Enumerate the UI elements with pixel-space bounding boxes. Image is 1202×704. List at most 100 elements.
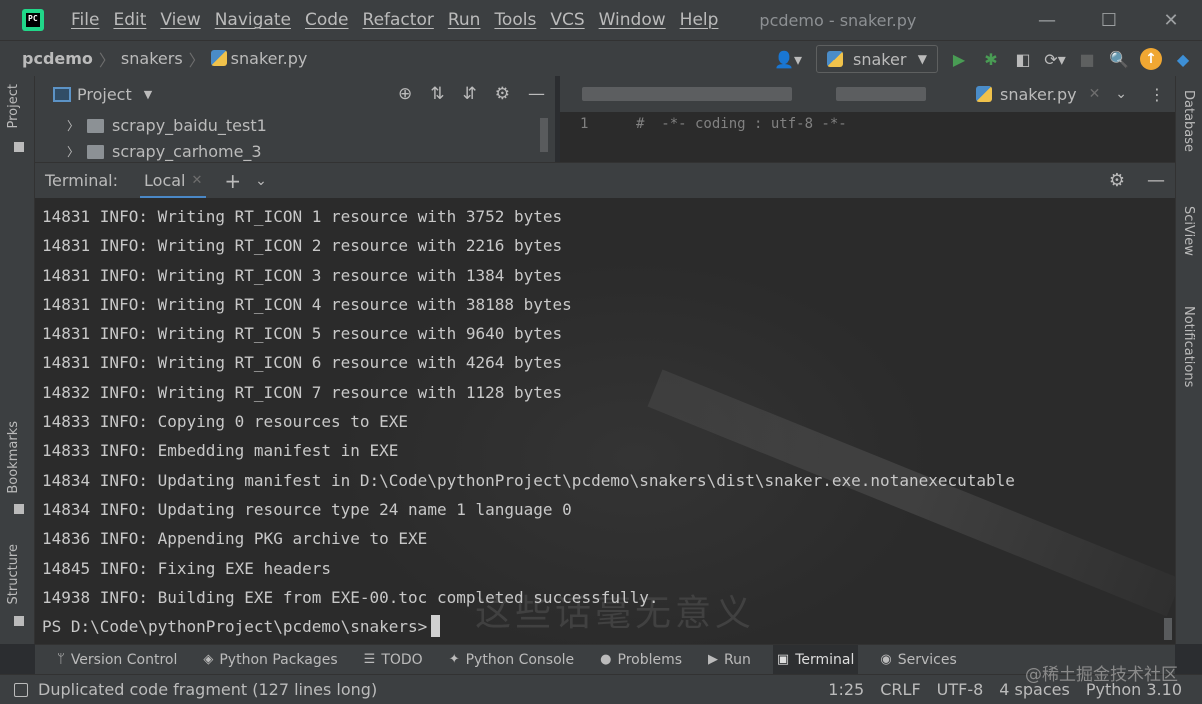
status-message[interactable]: Duplicated code fragment (127 lines long…: [14, 680, 377, 699]
breadcrumb-file-label: snaker.py: [230, 49, 308, 68]
maximize-button[interactable]: ☐: [1078, 0, 1140, 40]
terminal-line: 14834 INFO: Updating resource type 24 na…: [42, 499, 572, 519]
expand-all-icon[interactable]: ⇅: [430, 84, 444, 104]
line-number: 1: [580, 116, 589, 132]
database-tool-tab[interactable]: Database: [1181, 90, 1196, 152]
python-packages-icon: ◈: [203, 652, 214, 667]
tree-item-label: scrapy_carhome_3: [112, 142, 262, 161]
terminal-prompt-line[interactable]: PS D:\Code\pythonProject\pcdemo\snakers>: [42, 612, 1015, 641]
menu-code[interactable]: Code: [298, 10, 356, 30]
close-button[interactable]: ✕: [1140, 0, 1202, 40]
project-panel-header: Project ▼ ⊕ ⇅ ⇵ ⚙ —: [35, 76, 555, 112]
breadcrumb-file[interactable]: snaker.py: [210, 49, 308, 68]
close-icon[interactable]: ✕: [191, 173, 202, 188]
terminal-scrollbar[interactable]: [1164, 618, 1172, 640]
terminal-lines: 14831 INFO: Writing RT_ICON 1 resource w…: [42, 202, 1015, 641]
locate-icon[interactable]: ⊕: [398, 84, 412, 104]
bottom-tool-tabs: ᛘ Version Control ◈ Python Packages ☰ TODO …: [35, 644, 1175, 675]
menu-help[interactable]: Help: [673, 10, 726, 30]
tool-tab-problems[interactable]: ● Problems: [596, 645, 686, 675]
tool-tab-python-packages[interactable]: ◈ Python Packages: [199, 645, 341, 675]
project-panel-tools: ⊕ ⇅ ⇵ ⚙ —: [398, 84, 545, 104]
terminal-tab-local[interactable]: Local ✕: [140, 163, 207, 199]
tool-tab-version-control[interactable]: ᛘ Version Control: [53, 645, 181, 675]
search-icon[interactable]: 🔍: [1108, 50, 1130, 69]
blurred-tab[interactable]: [582, 87, 792, 101]
minimize-button[interactable]: —: [1016, 0, 1078, 40]
line-separator[interactable]: CRLF: [880, 680, 920, 699]
sciview-tool-tab[interactable]: SciView: [1181, 206, 1196, 256]
menu-refactor[interactable]: Refactor: [356, 10, 441, 30]
bookmarks-tool-tab[interactable]: Bookmarks: [6, 421, 21, 494]
close-icon[interactable]: ✕: [1089, 86, 1101, 102]
project-tool-tab[interactable]: Project: [6, 84, 21, 128]
structure-tool-tab[interactable]: Structure: [6, 544, 21, 604]
menu-run[interactable]: Run: [441, 10, 488, 30]
menu-window[interactable]: Window: [592, 10, 673, 30]
breadcrumb-folder[interactable]: snakers: [121, 49, 183, 68]
gear-icon[interactable]: ⚙: [495, 84, 510, 104]
menu-view[interactable]: View: [153, 10, 207, 30]
python-file-icon: [210, 50, 227, 66]
terminal-line: 14831 INFO: Writing RT_ICON 5 resource w…: [42, 324, 563, 344]
tree-scrollbar[interactable]: [540, 118, 548, 152]
more-icon[interactable]: ⋮: [1149, 85, 1165, 104]
file-encoding[interactable]: UTF-8: [937, 680, 984, 699]
debug-icon[interactable]: ✱: [980, 50, 1002, 69]
terminal-line: 14836 INFO: Appending PKG archive to EXE: [42, 529, 428, 549]
collapse-all-icon[interactable]: ⇵: [463, 84, 477, 104]
project-icon: [53, 86, 71, 102]
terminal-line: 14831 INFO: Writing RT_ICON 3 resource w…: [42, 265, 563, 285]
tab-label: snaker.py: [1000, 84, 1077, 104]
terminal-output[interactable]: 这些话毫无意义 14831 INFO: Writing RT_ICON 1 re…: [35, 198, 1175, 644]
run-icon[interactable]: ▶: [948, 50, 970, 69]
menu-file[interactable]: File: [64, 10, 106, 30]
user-icon[interactable]: 👤▾: [770, 50, 806, 69]
stop-icon[interactable]: ■: [1076, 50, 1098, 69]
menu-navigate[interactable]: Navigate: [208, 10, 298, 30]
tab-snaker-py[interactable]: snaker.py ✕: [970, 76, 1106, 112]
tool-tab-label: TODO: [381, 651, 423, 668]
left-tool-strip: Project Bookmarks Structure: [0, 76, 35, 644]
tool-tab-label: Run: [724, 651, 751, 668]
tree-item[interactable]: 〉 scrapy_baidu_test1: [67, 116, 267, 135]
tool-tab-label: Python Console: [465, 651, 575, 668]
update-icon[interactable]: ↑: [1140, 48, 1162, 70]
project-panel-title: Project: [77, 84, 132, 104]
chevron-down-icon[interactable]: ⌄: [255, 173, 267, 189]
add-terminal-icon[interactable]: +: [224, 169, 241, 193]
tool-tab-label: Problems: [617, 651, 683, 668]
version-control-icon: ᛘ: [57, 652, 65, 667]
menu-tools[interactable]: Tools: [487, 10, 543, 30]
profile-icon[interactable]: ⟳▾: [1044, 50, 1066, 69]
jetbrains-icon[interactable]: ◆: [1172, 50, 1194, 69]
terminal-title: Terminal:: [45, 171, 119, 190]
chevron-down-icon[interactable]: ⌄: [1115, 86, 1127, 102]
tree-item[interactable]: 〉 scrapy_carhome_3: [67, 142, 262, 161]
code-editor[interactable]: 1 # -*- coding : utf-8 -*-: [560, 112, 1175, 162]
tool-tab-terminal[interactable]: ▣ Terminal: [772, 644, 859, 675]
hide-icon[interactable]: —: [1147, 170, 1165, 191]
window-title: pcdemo - snaker.py: [759, 10, 917, 30]
breadcrumb-separator-icon: 〉: [98, 50, 115, 70]
python-file-icon: [976, 86, 992, 102]
folder-icon: [87, 144, 105, 159]
terminal-line: 14834 INFO: Updating manifest in D:\Code…: [42, 470, 1015, 490]
tool-tab-services[interactable]: ◉ Services: [876, 645, 960, 675]
tool-tab-run[interactable]: ▶ Run: [704, 645, 755, 675]
run-config-select[interactable]: snaker ▼: [816, 45, 938, 73]
terminal-line: 14833 INFO: Copying 0 resources to EXE: [42, 412, 409, 432]
tool-tab-todo[interactable]: ☰ TODO: [360, 645, 427, 675]
tool-tab-python-console[interactable]: ✦ Python Console: [445, 645, 578, 675]
blurred-tab[interactable]: [836, 87, 926, 101]
project-view-select[interactable]: Project ▼: [53, 85, 152, 104]
menu-vcs[interactable]: VCS: [543, 10, 591, 30]
watermark: @稀土掘金技术社区: [1025, 665, 1178, 685]
caret-position[interactable]: 1:25: [828, 680, 864, 699]
hide-icon[interactable]: —: [528, 84, 545, 104]
gear-icon[interactable]: ⚙: [1109, 170, 1125, 191]
coverage-icon[interactable]: ◧: [1012, 50, 1034, 69]
notifications-tool-tab[interactable]: Notifications: [1181, 306, 1196, 387]
menu-edit[interactable]: Edit: [106, 10, 153, 30]
breadcrumb-project[interactable]: pcdemo: [0, 49, 93, 68]
